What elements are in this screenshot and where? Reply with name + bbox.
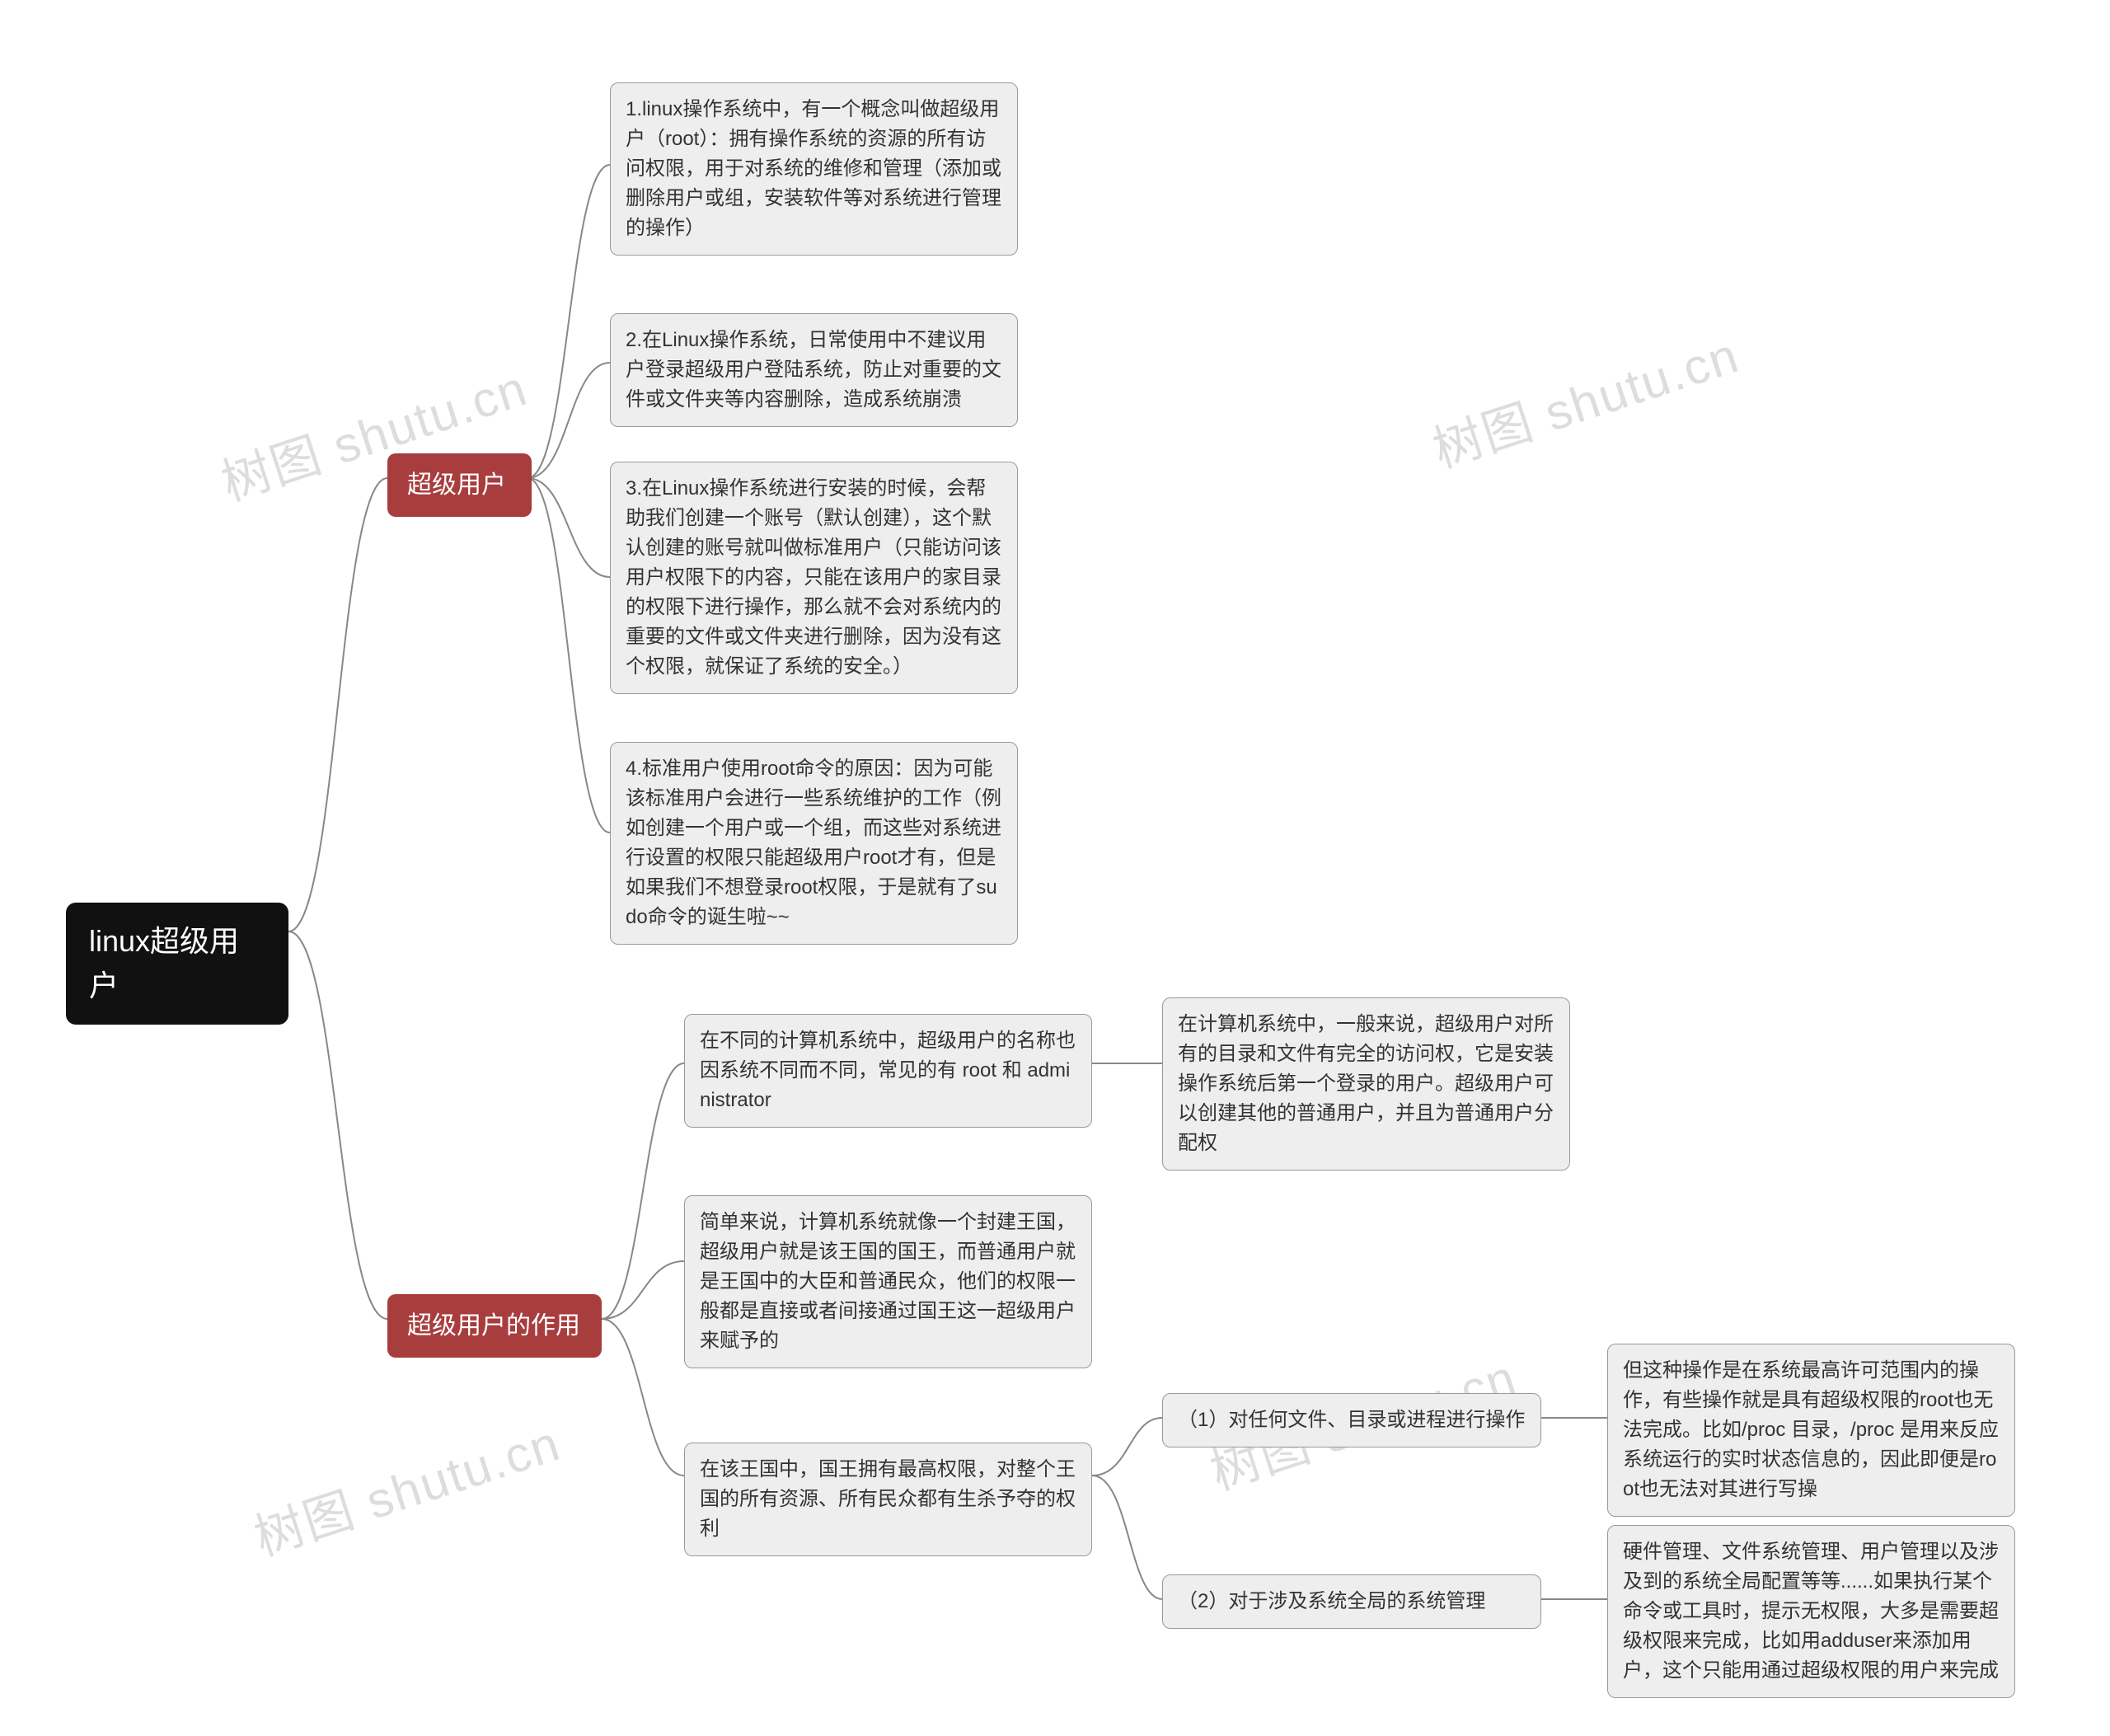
leaf-b1-2[interactable]: 2.在Linux操作系统，日常使用中不建议用户登录超级用户登陆系统，防止对重要的… (610, 313, 1018, 427)
branch-super-user[interactable]: 超级用户 (387, 453, 532, 517)
leaf-b2-1-1[interactable]: 在计算机系统中，一般来说，超级用户对所有的目录和文件有完全的访问权，它是安装操作… (1162, 997, 1570, 1171)
watermark: 树图 shutu.cn (1423, 316, 1747, 482)
root-node[interactable]: linux超级用户 (66, 903, 288, 1025)
leaf-b2-2[interactable]: 简单来说，计算机系统就像一个封建王国，超级用户就是该王国的国王，而普通用户就是王… (684, 1195, 1092, 1368)
leaf-b1-1[interactable]: 1.linux操作系统中，有一个概念叫做超级用户（root）：拥有操作系统的资源… (610, 82, 1018, 256)
leaf-b2-3[interactable]: 在该王国中，国王拥有最高权限，对整个王国的所有资源、所有民众都有生杀予夺的权利 (684, 1443, 1092, 1556)
leaf-b2-3-2[interactable]: （2）对于涉及系统全局的系统管理 (1162, 1574, 1541, 1629)
watermark: 树图 shutu.cn (244, 1404, 569, 1570)
leaf-b1-4[interactable]: 4.标准用户使用root命令的原因：因为可能该标准用户会进行一些系统维护的工作（… (610, 742, 1018, 945)
leaf-b1-3[interactable]: 3.在Linux操作系统进行安装的时候，会帮助我们创建一个账号（默认创建），这个… (610, 462, 1018, 694)
leaf-b2-1[interactable]: 在不同的计算机系统中，超级用户的名称也因系统不同而不同，常见的有 root 和 … (684, 1014, 1092, 1128)
leaf-b2-3-2-1[interactable]: 硬件管理、文件系统管理、用户管理以及涉及到的系统全局配置等等......如果执行… (1607, 1525, 2015, 1698)
leaf-b2-3-1[interactable]: （1）对任何文件、目录或进程进行操作 (1162, 1393, 1541, 1447)
branch-super-user-role[interactable]: 超级用户的作用 (387, 1294, 602, 1358)
leaf-b2-3-1-1[interactable]: 但这种操作是在系统最高许可范围内的操作，有些操作就是具有超级权限的root也无法… (1607, 1344, 2015, 1517)
